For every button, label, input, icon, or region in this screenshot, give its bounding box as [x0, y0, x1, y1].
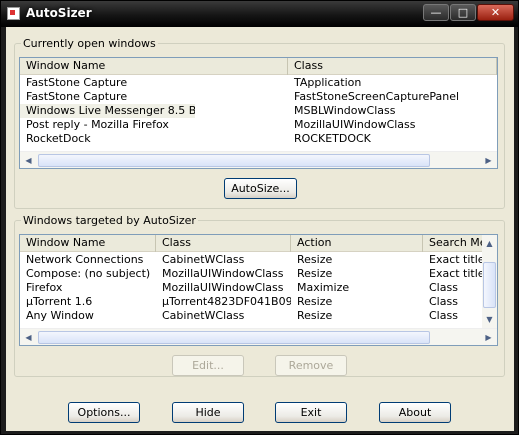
targeted-windows-group-label: Windows targeted by AutoSizer: [23, 214, 196, 227]
col-class[interactable]: Class: [288, 58, 497, 75]
options-button[interactable]: Options...: [68, 402, 140, 423]
action-cell: Resize: [297, 295, 333, 308]
title-bar[interactable]: AutoSizer — □ ✕: [1, 1, 518, 27]
open-windows-list[interactable]: Window Name Class FastStone Capture TApp…: [19, 57, 498, 169]
table-row[interactable]: Network Connections CabinetWClass Resize…: [20, 253, 482, 267]
about-button[interactable]: About: [379, 402, 451, 423]
table-row[interactable]: µTorrent 1.6 µTorrent4823DF041B09 Resize…: [20, 295, 482, 309]
window-name-cell: Any Window: [26, 309, 94, 322]
table-row[interactable]: Any Window CabinetWClass Resize Class: [20, 309, 482, 323]
scroll-thumb[interactable]: [38, 154, 430, 167]
open-windows-hscrollbar[interactable]: ◀ ▶: [20, 151, 497, 168]
scroll-down-icon[interactable]: ▼: [482, 312, 497, 327]
class-cell: MozillaUIWindowClass: [294, 118, 416, 131]
edit-button[interactable]: Edit...: [172, 355, 244, 376]
scroll-up-icon[interactable]: ▲: [482, 236, 497, 251]
window-name-cell: Post reply - Mozilla Firefox: [26, 118, 169, 131]
scroll-thumb[interactable]: [38, 331, 430, 344]
table-row[interactable]: Firefox MozillaUIWindowClass Maximize Cl…: [20, 281, 482, 295]
targeted-windows-header: Window Name Class Action Search Me: [20, 235, 482, 252]
hide-button[interactable]: Hide: [172, 402, 244, 423]
window-name-cell: RocketDock: [26, 132, 91, 145]
list-item[interactable]: FastStone Capture FastStoneScreenCapture…: [20, 90, 497, 104]
search-method-cell: Exact title: [429, 253, 482, 266]
class-cell: CabinetWClass: [162, 253, 245, 266]
scroll-left-icon[interactable]: ◀: [21, 153, 36, 168]
col-window-name[interactable]: Window Name: [20, 235, 156, 252]
open-windows-header: Window Name Class: [20, 58, 497, 75]
search-method-cell: Class: [429, 295, 458, 308]
client-area: Currently open windows Window Name Class…: [6, 27, 514, 431]
col-window-name[interactable]: Window Name: [20, 58, 288, 75]
action-cell: Resize: [297, 309, 333, 322]
window-name-cell: Network Connections: [26, 253, 144, 266]
remove-button[interactable]: Remove: [275, 355, 347, 376]
open-windows-group-label: Currently open windows: [23, 37, 156, 50]
window-name-cell: Firefox: [26, 281, 63, 294]
window-title: AutoSizer: [26, 6, 92, 20]
scroll-right-icon[interactable]: ▶: [481, 330, 496, 345]
scroll-left-icon[interactable]: ◀: [21, 330, 36, 345]
col-action[interactable]: Action: [291, 235, 423, 252]
class-cell: ROCKETDOCK: [294, 132, 371, 145]
action-cell: Maximize: [297, 281, 350, 294]
window-name-cell: Windows Live Messenger 8.5 BETA: [20, 104, 195, 118]
targeted-windows-hscrollbar[interactable]: ◀ ▶: [20, 328, 497, 345]
window-name-cell: FastStone Capture: [26, 76, 128, 89]
window-name-cell: µTorrent 1.6: [26, 295, 93, 308]
window-name-cell: FastStone Capture: [26, 90, 128, 103]
maximize-button[interactable]: □: [450, 4, 476, 21]
class-cell: µTorrent4823DF041B09: [162, 295, 291, 308]
action-cell: Resize: [297, 253, 333, 266]
exit-button[interactable]: Exit: [275, 402, 347, 423]
app-icon: [7, 7, 20, 20]
window-name-cell: Compose: (no subject): [26, 267, 151, 280]
list-item[interactable]: Post reply - Mozilla Firefox MozillaUIWi…: [20, 118, 497, 132]
list-item[interactable]: RocketDock ROCKETDOCK: [20, 132, 497, 146]
search-method-cell: Exact title: [429, 267, 482, 280]
autosize-button[interactable]: AutoSize...: [224, 178, 297, 199]
minimize-button[interactable]: —: [423, 4, 449, 21]
action-cell: Resize: [297, 267, 333, 280]
close-button[interactable]: ✕: [477, 4, 514, 21]
list-item[interactable]: Windows Live Messenger 8.5 BETA MSBLWind…: [20, 104, 497, 118]
class-cell: CabinetWClass: [162, 309, 245, 322]
targeted-windows-vscrollbar[interactable]: ▲ ▼: [482, 235, 497, 328]
scroll-right-icon[interactable]: ▶: [481, 153, 496, 168]
class-cell: TApplication: [294, 76, 362, 89]
table-row[interactable]: Compose: (no subject) MozillaUIWindowCla…: [20, 267, 482, 281]
class-cell: FastStoneScreenCapturePanel: [294, 90, 460, 103]
col-class[interactable]: Class: [156, 235, 291, 252]
search-method-cell: Class: [429, 281, 458, 294]
class-cell: MozillaUIWindowClass: [162, 281, 284, 294]
scroll-thumb[interactable]: [483, 262, 496, 308]
col-search-method[interactable]: Search Me: [423, 235, 482, 252]
autosizer-window: AutoSizer — □ ✕ Currently open windows W…: [0, 0, 519, 435]
class-cell: MSBLWindowClass: [294, 104, 396, 117]
search-method-cell: Class: [429, 309, 458, 322]
targeted-windows-list[interactable]: Window Name Class Action Search Me Netwo…: [19, 234, 498, 346]
list-item[interactable]: FastStone Capture TApplication: [20, 76, 497, 90]
class-cell: MozillaUIWindowClass: [162, 267, 284, 280]
